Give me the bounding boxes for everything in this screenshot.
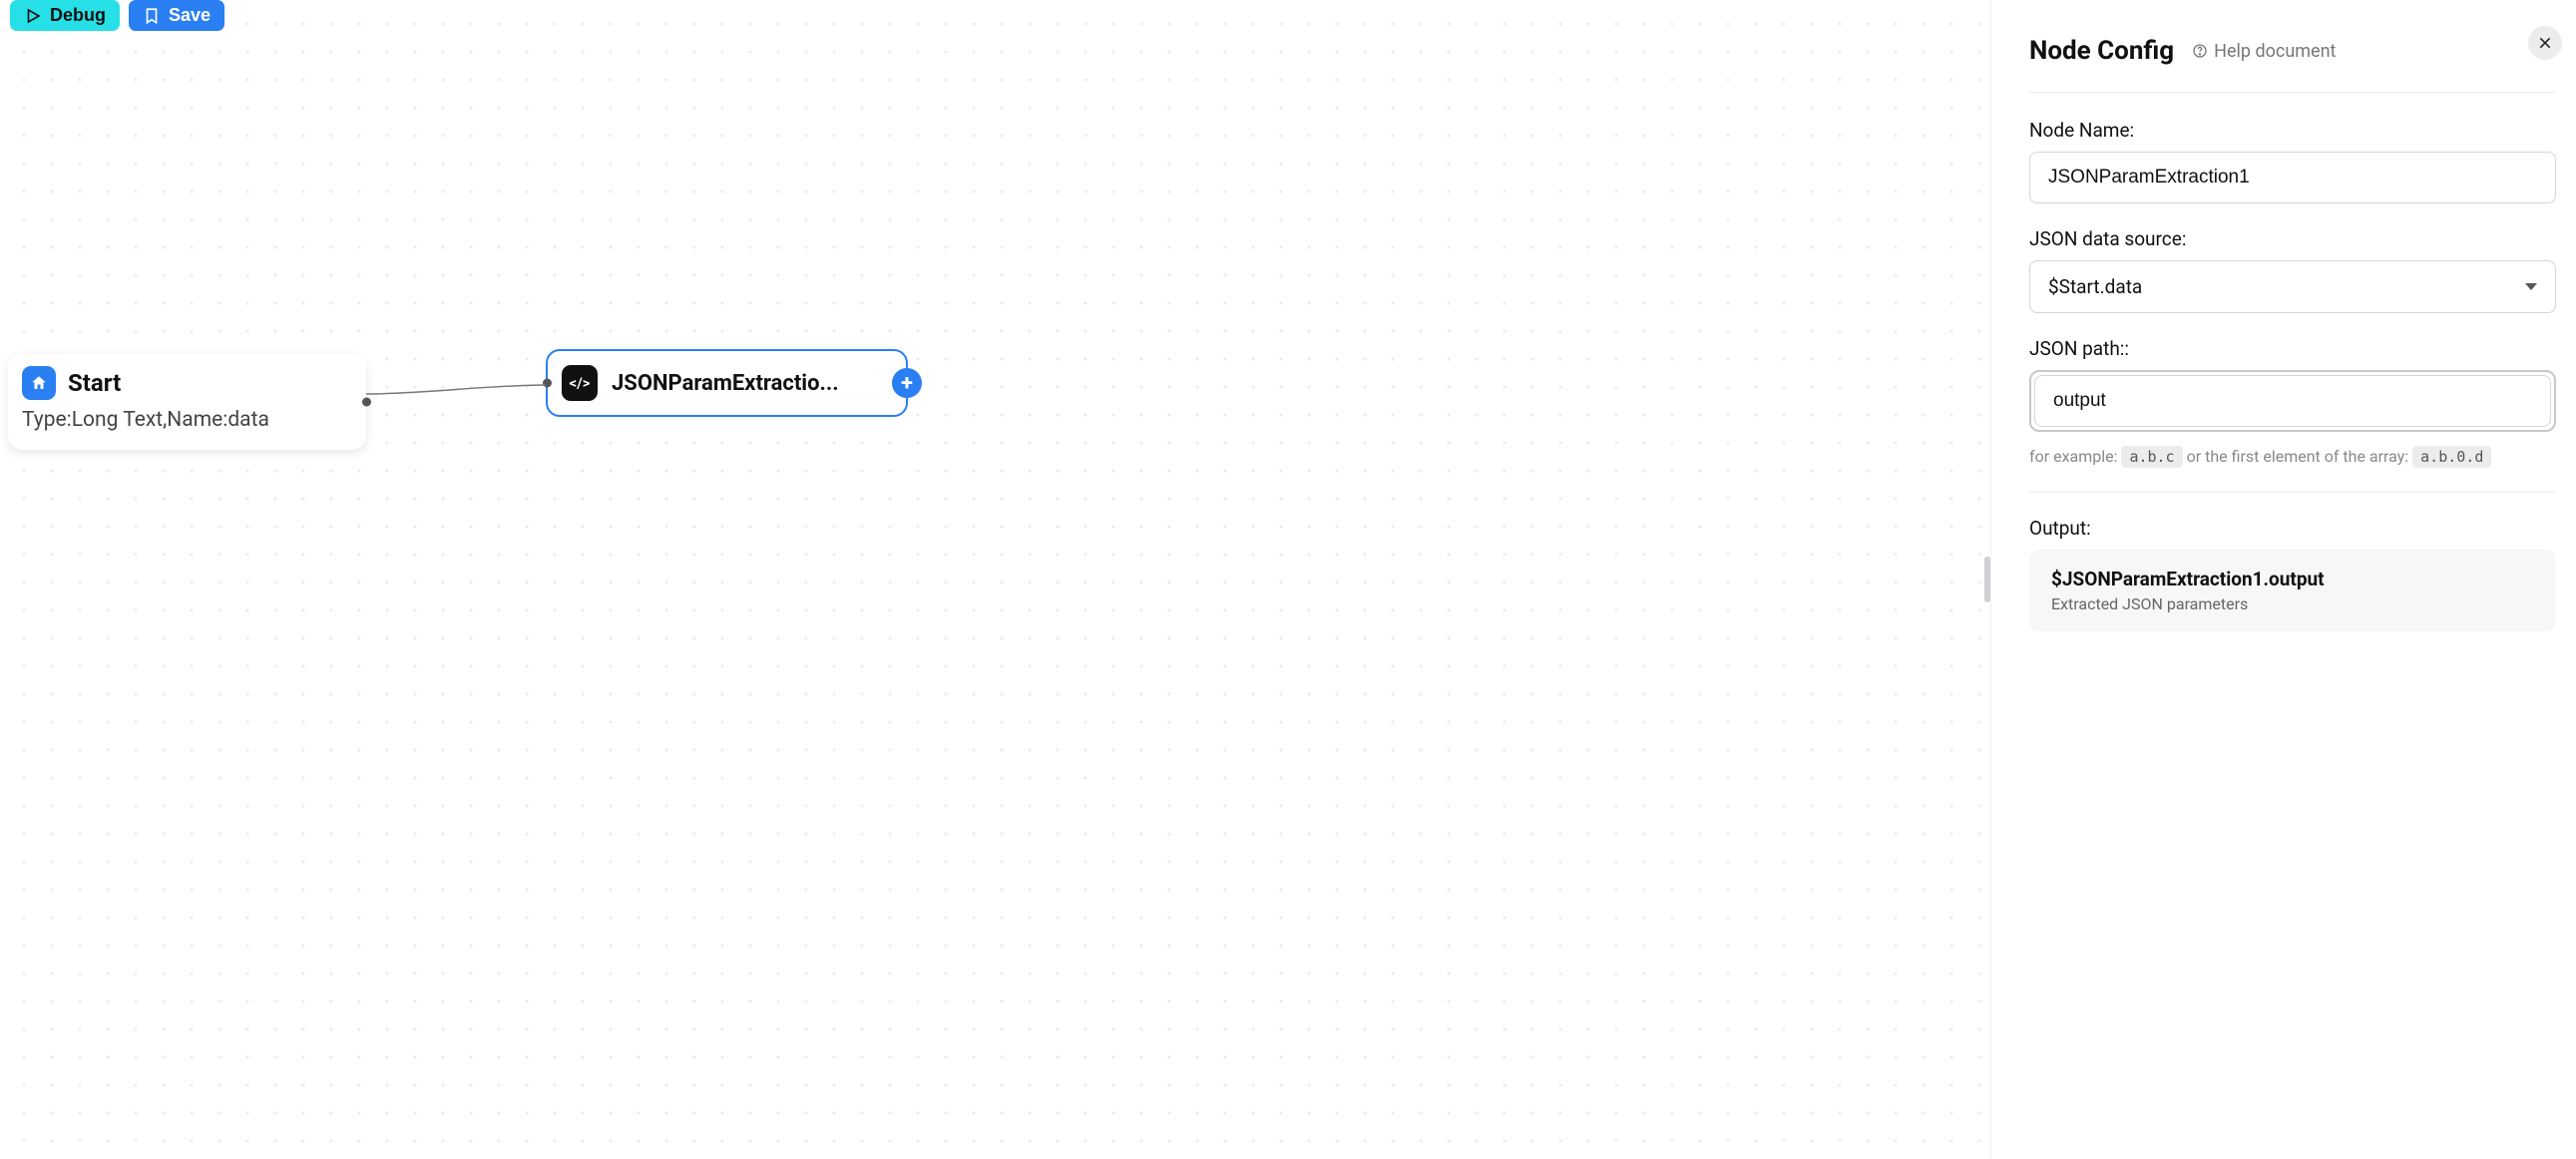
node-start-title: Start: [68, 369, 121, 397]
node-name-input[interactable]: [2029, 152, 2556, 203]
close-button[interactable]: [2528, 26, 2562, 60]
debug-button[interactable]: Debug: [10, 0, 120, 31]
output-box: $JSONParamExtraction1.output Extracted J…: [2029, 550, 2556, 631]
json-source-label: JSON data source:: [2029, 227, 2556, 250]
home-icon: [22, 366, 56, 400]
json-path-label: JSON path::: [2029, 337, 2556, 360]
json-path-input[interactable]: [2034, 375, 2551, 427]
example-chip-2: a.b.0.d: [2412, 446, 2491, 468]
edge-start-to-json: [361, 369, 551, 409]
bookmark-icon: [143, 7, 161, 25]
output-variable: $JSONParamExtraction1.output: [2051, 568, 2534, 590]
add-output-button[interactable]: +: [892, 368, 922, 398]
node-json-param-extraction[interactable]: </> JSONParamExtractio... +: [546, 349, 908, 417]
help-icon: [2192, 43, 2208, 59]
node-name-label: Node Name:: [2029, 119, 2556, 142]
json-source-select[interactable]: $Start.data: [2029, 260, 2556, 313]
node-start-subtitle: Type:Long Text,Name:data: [22, 408, 352, 432]
help-document-label: Help document: [2214, 41, 2336, 62]
divider: [2029, 92, 2556, 93]
toolbar: Debug Save: [10, 0, 224, 31]
node-config-panel: Node Config Help document Node Name: JSO…: [1990, 0, 2576, 1159]
play-icon: [24, 7, 42, 25]
panel-resize-handle[interactable]: [1984, 557, 1990, 602]
json-path-helptext: for example: a.b.c or the first element …: [2029, 446, 2556, 468]
json-source-value: $Start.data: [2048, 275, 2142, 298]
output-label: Output:: [2029, 517, 2556, 540]
close-icon: [2537, 35, 2553, 51]
save-button[interactable]: Save: [129, 0, 224, 31]
node-start-output-port[interactable]: [362, 398, 371, 407]
node-json-input-port[interactable]: [543, 379, 552, 388]
output-description: Extracted JSON parameters: [2051, 594, 2534, 613]
example-chip-1: a.b.c: [2121, 446, 2182, 468]
chevron-down-icon: [2525, 283, 2537, 290]
save-button-label: Save: [169, 5, 211, 26]
node-start[interactable]: Start Type:Long Text,Name:data: [8, 354, 366, 450]
node-json-title: JSONParamExtractio...: [612, 371, 839, 396]
json-path-input-wrap: [2029, 370, 2556, 432]
code-icon: </>: [562, 365, 598, 401]
help-document-link[interactable]: Help document: [2192, 41, 2336, 62]
panel-title: Node Config: [2029, 36, 2174, 66]
debug-button-label: Debug: [50, 5, 106, 26]
